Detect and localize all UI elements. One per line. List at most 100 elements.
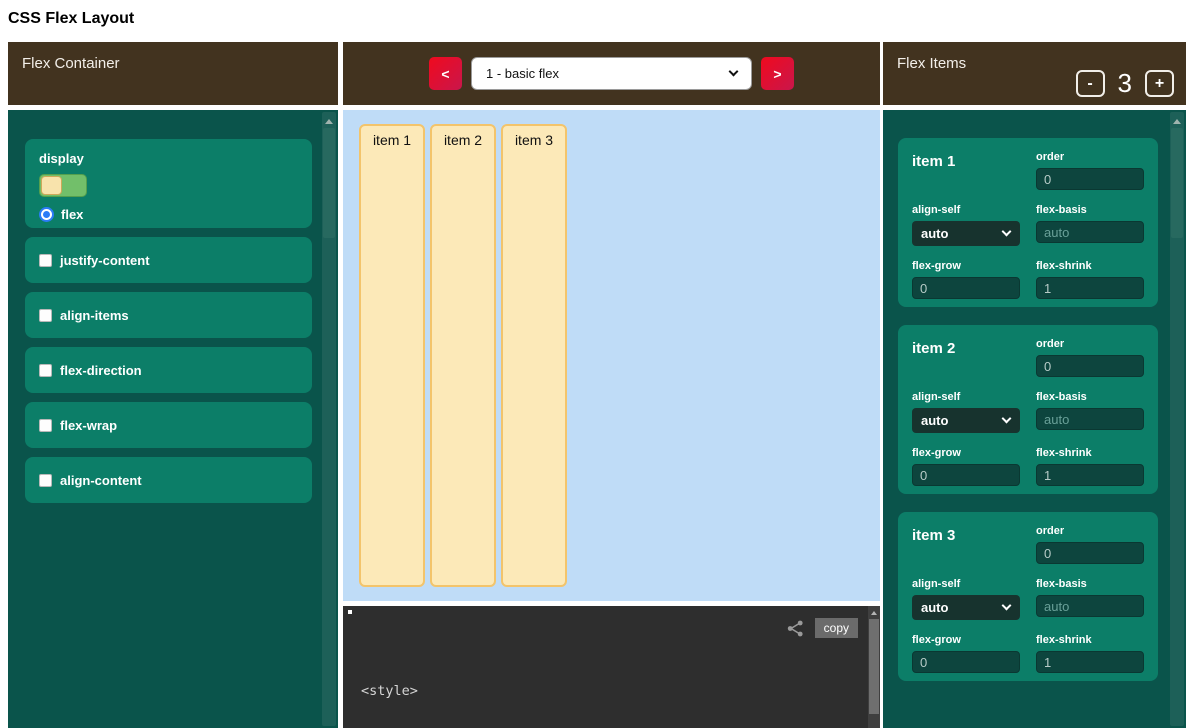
align-items-label: align-items	[60, 308, 129, 323]
flex-basis-input[interactable]	[1036, 595, 1144, 617]
flex-shrink-input[interactable]	[1036, 651, 1144, 673]
chevron-down-icon	[1002, 601, 1012, 611]
flex-wrap-label: flex-wrap	[60, 418, 117, 433]
flex-shrink-input[interactable]	[1036, 277, 1144, 299]
align-content-label: align-content	[60, 473, 142, 488]
flex-shrink-label: flex-shrink	[1036, 260, 1144, 272]
align-self-value: auto	[921, 226, 948, 241]
flex-grow-input[interactable]	[912, 464, 1020, 486]
flex-items-title: Flex Items	[897, 55, 966, 72]
copy-code-button[interactable]: copy	[815, 618, 858, 638]
right-scrollbar-thumb[interactable]	[1171, 128, 1183, 238]
page-title: CSS Flex Layout	[8, 10, 134, 28]
flex-direction-checkbox[interactable]	[39, 364, 52, 377]
align-self-label: align-self	[912, 204, 1020, 216]
flex-radio-button[interactable]	[39, 207, 54, 222]
flex-items-panel: Flex Items - 3 + item 1 order align-self	[883, 42, 1186, 728]
flex-grow-label: flex-grow	[912, 634, 1020, 646]
align-items-checkbox[interactable]	[39, 309, 52, 322]
chevron-down-icon	[1002, 414, 1012, 424]
app-root: CSS Flex Layout Flex Container display f…	[0, 0, 1199, 728]
scroll-up-icon[interactable]	[322, 115, 336, 127]
increment-items-button[interactable]: +	[1145, 70, 1174, 97]
example-select[interactable]: 1 - basic flex	[471, 57, 752, 90]
flex-direction-card[interactable]: flex-direction	[25, 347, 312, 393]
display-flex-radio-row[interactable]: flex	[39, 207, 298, 222]
align-self-value: auto	[921, 600, 948, 615]
flex-grow-label: flex-grow	[912, 447, 1020, 459]
flex-basis-label: flex-basis	[1036, 578, 1144, 590]
flex-basis-input[interactable]	[1036, 221, 1144, 243]
flex-container-title: Flex Container	[22, 55, 120, 72]
example-nav-header: < 1 - basic flex >	[343, 42, 880, 105]
flex-radio-label: flex	[61, 207, 83, 222]
align-self-label: align-self	[912, 578, 1020, 590]
code-output-box: <style> .flex-container { display: flex;…	[343, 606, 880, 728]
flex-wrap-card[interactable]: flex-wrap	[25, 402, 312, 448]
scroll-up-icon[interactable]	[1170, 115, 1184, 127]
code-lines: <style> .flex-container { display: flex;	[361, 644, 515, 728]
chevron-down-icon	[729, 67, 739, 77]
flex-preview-canvas: item 1 item 2 item 3	[343, 110, 880, 601]
flex-basis-input[interactable]	[1036, 408, 1144, 430]
chevron-down-icon	[1002, 227, 1012, 237]
display-property-card: display flex	[25, 139, 312, 228]
flex-items-header: Flex Items - 3 +	[883, 42, 1186, 105]
display-label: display	[39, 151, 298, 166]
flex-shrink-label: flex-shrink	[1036, 447, 1144, 459]
align-content-card[interactable]: align-content	[25, 457, 312, 503]
flex-basis-label: flex-basis	[1036, 391, 1144, 403]
flex-container-body: display flex justify-content align-items	[8, 110, 338, 728]
next-example-button[interactable]: >	[761, 57, 794, 90]
flex-direction-label: flex-direction	[60, 363, 142, 378]
flex-grow-label: flex-grow	[912, 260, 1020, 272]
item-card-title: item 3	[912, 525, 1020, 564]
code-line: <style>	[361, 682, 515, 701]
item-card-title: item 2	[912, 338, 1020, 377]
justify-content-card[interactable]: justify-content	[25, 237, 312, 283]
align-items-card[interactable]: align-items	[25, 292, 312, 338]
align-self-value: auto	[921, 413, 948, 428]
flex-grow-input[interactable]	[912, 651, 1020, 673]
flex-shrink-input[interactable]	[1036, 464, 1144, 486]
align-content-checkbox[interactable]	[39, 474, 52, 487]
order-input[interactable]	[1036, 168, 1144, 190]
flex-item-card: item 3 order align-self auto flex-basis	[898, 512, 1158, 681]
order-input[interactable]	[1036, 542, 1144, 564]
flex-grow-input[interactable]	[912, 277, 1020, 299]
right-panel-scrollbar[interactable]	[1170, 112, 1184, 726]
flex-item-card: item 1 order align-self auto flex-basis	[898, 138, 1158, 307]
order-label: order	[1036, 525, 1144, 537]
preview-item: item 2	[430, 124, 496, 587]
flex-container-panel: Flex Container display flex justify-cont…	[8, 42, 338, 728]
display-toggle[interactable]	[39, 174, 87, 197]
flex-item-card: item 2 order align-self auto flex-basis	[898, 325, 1158, 494]
scroll-up-icon[interactable]	[868, 608, 880, 618]
justify-content-checkbox[interactable]	[39, 254, 52, 267]
preview-panel: < 1 - basic flex > item 1 item 2 item 3 …	[343, 42, 880, 728]
code-scrollbar[interactable]	[868, 606, 880, 728]
align-self-select[interactable]: auto	[912, 221, 1020, 246]
align-self-label: align-self	[912, 391, 1020, 403]
preview-item: item 3	[501, 124, 567, 587]
code-scrollbar-thumb[interactable]	[869, 619, 879, 714]
prev-example-button[interactable]: <	[429, 57, 462, 90]
left-scrollbar-thumb[interactable]	[323, 128, 335, 238]
share-icon[interactable]	[786, 620, 805, 637]
preview-item: item 1	[359, 124, 425, 587]
decrement-items-button[interactable]: -	[1076, 70, 1105, 97]
justify-content-label: justify-content	[60, 253, 150, 268]
order-label: order	[1036, 338, 1144, 350]
flex-wrap-checkbox[interactable]	[39, 419, 52, 432]
align-self-select[interactable]: auto	[912, 595, 1020, 620]
example-select-value: 1 - basic flex	[486, 66, 559, 81]
item-count-control: - 3 +	[1076, 68, 1174, 99]
align-self-select[interactable]: auto	[912, 408, 1020, 433]
order-label: order	[1036, 151, 1144, 163]
code-cursor-dot	[348, 610, 352, 614]
left-panel-scrollbar[interactable]	[322, 112, 336, 726]
flex-items-body: item 1 order align-self auto flex-basis	[883, 110, 1186, 728]
order-input[interactable]	[1036, 355, 1144, 377]
flex-basis-label: flex-basis	[1036, 204, 1144, 216]
item-card-title: item 1	[912, 151, 1020, 190]
